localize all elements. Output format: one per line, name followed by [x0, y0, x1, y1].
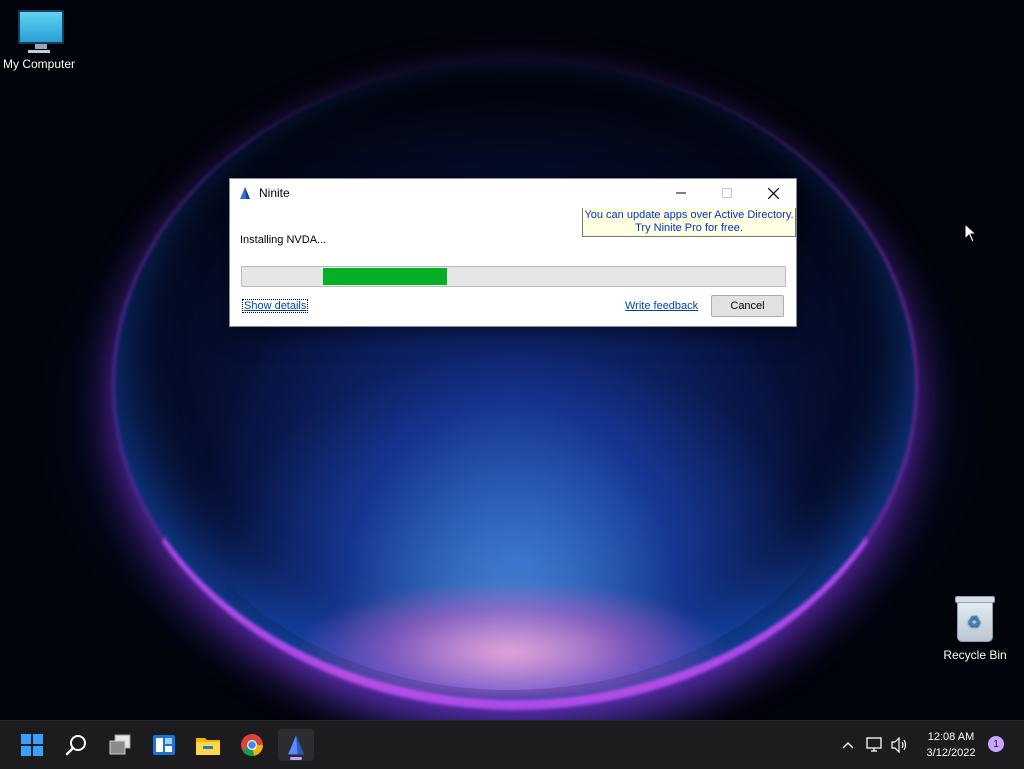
show-hidden-icons-button[interactable] — [838, 729, 858, 761]
mouse-cursor-icon — [964, 223, 978, 243]
maximize-button[interactable] — [704, 179, 750, 207]
file-explorer-button[interactable] — [190, 729, 226, 761]
minimize-button[interactable] — [658, 179, 704, 207]
maximize-icon — [722, 188, 732, 198]
ninite-taskbar-button[interactable] — [278, 729, 314, 761]
desktop-wallpaper — [0, 0, 1024, 768]
task-view-button[interactable] — [102, 729, 138, 761]
start-icon — [21, 734, 43, 756]
ninite-icon — [240, 187, 250, 199]
progress-fill — [323, 268, 447, 285]
widgets-icon — [153, 735, 175, 755]
desktop-icon-label: Recycle Bin — [943, 648, 1007, 662]
file-explorer-icon — [196, 738, 220, 755]
close-button[interactable] — [750, 179, 796, 207]
ninite-pro-promo-link[interactable]: You can update apps over Active Director… — [582, 208, 796, 237]
chrome-icon — [241, 734, 263, 756]
title-bar[interactable]: Ninite — [230, 179, 796, 207]
network-status[interactable] — [864, 729, 886, 761]
show-details-link[interactable]: Show details — [241, 299, 309, 313]
recycle-bin-icon: ♻ — [955, 596, 995, 642]
clock-date: 3/12/2022 — [926, 747, 976, 759]
ninite-dialog: Ninite You can update apps over Active D… — [229, 178, 797, 327]
desktop-icon-my-computer[interactable]: My Computer — [0, 10, 82, 71]
active-app-indicator — [290, 757, 302, 760]
search-button[interactable] — [58, 729, 94, 761]
install-progress-bar — [241, 266, 786, 287]
chrome-button[interactable] — [234, 729, 270, 761]
system-clock[interactable]: 12:08 AM 3/12/2022 — [916, 729, 986, 761]
volume-control[interactable] — [888, 729, 912, 761]
chevron-up-icon — [842, 742, 854, 749]
minimize-icon — [676, 192, 686, 194]
widgets-button[interactable] — [146, 729, 182, 761]
ninite-icon — [288, 735, 304, 755]
install-status-text: Installing NVDA... — [240, 234, 327, 246]
volume-icon — [891, 737, 907, 753]
write-feedback-link[interactable]: Write feedback — [625, 300, 698, 312]
monitor-icon — [18, 10, 64, 53]
wallpaper-bloom-rim — [290, 580, 730, 700]
network-icon — [866, 737, 882, 752]
close-icon — [767, 187, 779, 199]
window-title: Ninite — [259, 186, 290, 200]
task-view-icon — [109, 734, 131, 755]
notification-badge[interactable]: 1 — [988, 736, 1004, 752]
promo-line-2: Try Ninite Pro for free. — [635, 222, 743, 234]
start-button[interactable] — [14, 729, 50, 761]
taskbar: 12:08 AM 3/12/2022 — [0, 720, 1024, 769]
clock-time: 12:08 AM — [927, 731, 975, 743]
desktop-icon-label: My Computer — [2, 57, 76, 71]
cancel-button[interactable]: Cancel — [711, 295, 784, 317]
desktop-icon-recycle-bin[interactable]: ♻ Recycle Bin — [932, 596, 1018, 662]
promo-line-1: You can update apps over Active Director… — [584, 209, 794, 221]
search-icon — [65, 735, 86, 756]
